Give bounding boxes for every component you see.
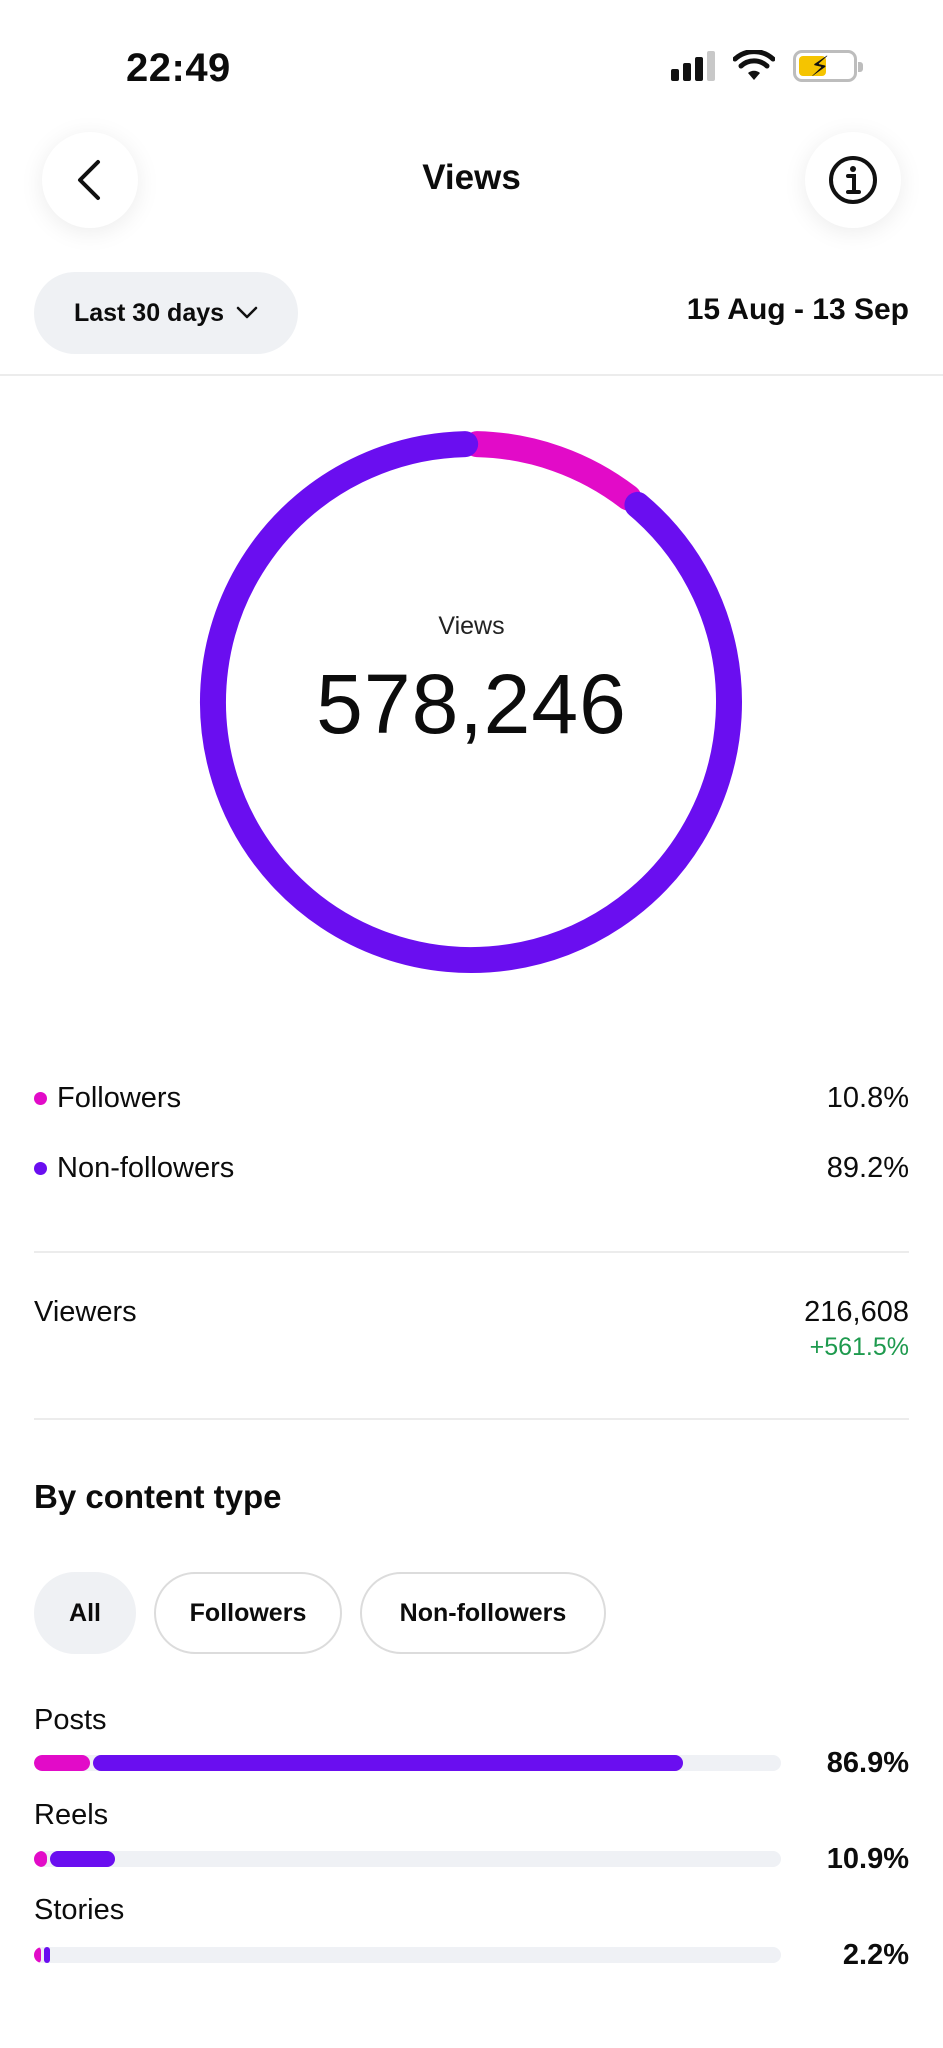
viewers-value: 216,608 [804, 1296, 909, 1328]
cellular-signal-icon [671, 51, 715, 81]
bar-segment-followers [34, 1851, 48, 1867]
date-range-dropdown[interactable]: Last 30 days [34, 272, 298, 354]
wifi-icon [733, 50, 775, 80]
viewers-divider [34, 1418, 909, 1420]
content-bar-reels [34, 1851, 781, 1867]
date-range-label: Last 30 days [73, 298, 225, 327]
content-bar-stories [34, 1947, 781, 1963]
section-title: By content type [34, 1478, 282, 1515]
bar-segment-non-followers [44, 1947, 51, 1963]
status-time: 22:49 [126, 46, 231, 90]
viewers-change: +561.5% [809, 1333, 909, 1361]
content-label-stories: Stories [34, 1894, 125, 1926]
content-filter-chips: All Followers Non-followers [34, 1572, 606, 1654]
chip-non-followers[interactable]: Non-followers [360, 1572, 606, 1654]
chip-all[interactable]: All [34, 1572, 136, 1654]
legend-non-followers-label: Non-followers [57, 1151, 235, 1184]
status-icons: ⚡ [671, 50, 863, 82]
page-title: Views [422, 158, 521, 197]
legend-followers: Followers 10.8% [34, 1078, 909, 1118]
legend-non-followers-percent: 89.2% [826, 1151, 909, 1184]
legend-divider [34, 1251, 909, 1253]
legend-non-followers: Non-followers 89.2% [34, 1148, 909, 1188]
content-label-reels: Reels [34, 1799, 109, 1831]
viewers-label: Viewers [34, 1296, 137, 1328]
info-button[interactable] [805, 132, 901, 228]
chip-followers[interactable]: Followers [154, 1572, 342, 1654]
bar-segment-non-followers [93, 1755, 684, 1771]
date-range-text: 15 Aug - 13 Sep [686, 293, 909, 326]
legend-followers-label: Followers [57, 1081, 182, 1114]
content-bar-posts [34, 1755, 781, 1771]
battery-icon: ⚡ [793, 50, 863, 82]
bar-segment-followers [34, 1755, 91, 1771]
header-divider [0, 374, 943, 376]
followers-dot-icon [34, 1091, 47, 1105]
bar-segment-followers [34, 1947, 42, 1963]
donut-segment-followers [463, 431, 642, 511]
donut-label: Views [438, 612, 505, 640]
content-percent-reels: 10.9% [826, 1843, 909, 1875]
content-percent-posts: 86.9% [826, 1747, 909, 1779]
status-bar: 22:49 ⚡ [0, 0, 943, 120]
content-label-posts: Posts [34, 1704, 107, 1736]
content-percent-stories: 2.2% [842, 1939, 909, 1971]
info-circle-icon [829, 156, 877, 204]
non-followers-dot-icon [34, 1161, 47, 1175]
bar-segment-non-followers [50, 1851, 116, 1867]
chevron-down-icon [236, 306, 258, 319]
legend-followers-percent: 10.8% [826, 1081, 909, 1114]
donut-total-value: 578,246 [316, 657, 627, 751]
